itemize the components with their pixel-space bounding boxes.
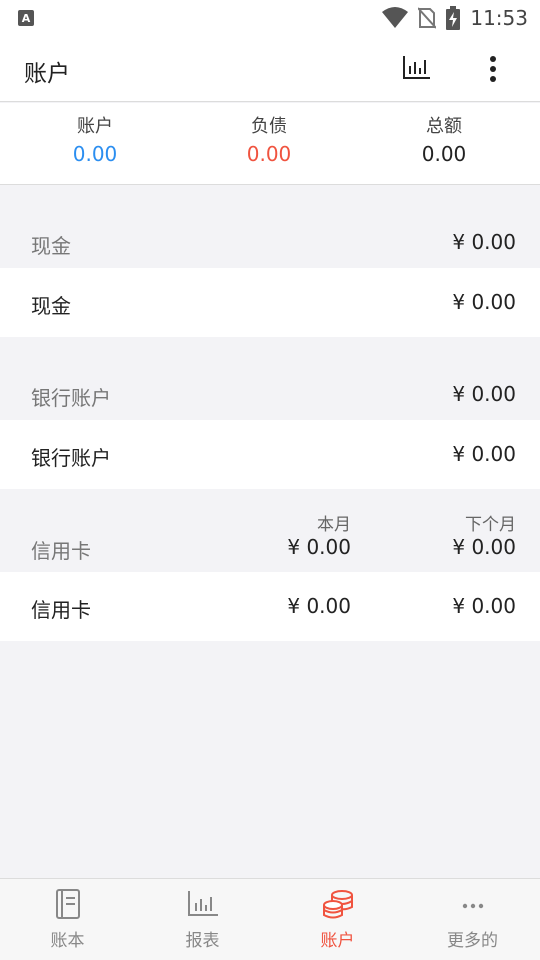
status-bar: A 11:53 bbox=[0, 0, 540, 36]
wifi-icon bbox=[382, 7, 409, 28]
section-header-cash[interactable]: 现金 ¥ 0.00 bbox=[0, 218, 540, 268]
summary-accounts-label: 账户 bbox=[77, 116, 113, 137]
nav-item-report[interactable]: 报表 bbox=[135, 879, 270, 960]
column-this-month: 本月 bbox=[317, 515, 351, 535]
account-amount-credit-next-month: ¥ 0.00 bbox=[452, 594, 516, 618]
app-bar: 账户 bbox=[0, 36, 540, 102]
account-row-cash[interactable]: 现金 ¥ 0.00 bbox=[0, 268, 540, 337]
app-notification-icon: A bbox=[18, 10, 34, 26]
account-label-credit: 信用卡 bbox=[31, 598, 91, 622]
section-header-bank[interactable]: 银行账户 ¥ 0.00 bbox=[0, 370, 540, 420]
account-summary: 账户 0.00 负债 0.00 总额 0.00 bbox=[0, 103, 540, 185]
section-header-credit[interactable]: 本月 下个月 信用卡 ¥ 0.00 ¥ 0.00 bbox=[0, 500, 540, 572]
nav-label-more: 更多的 bbox=[447, 931, 498, 951]
summary-accounts: 账户 0.00 bbox=[5, 115, 185, 169]
book-icon bbox=[55, 889, 80, 919]
summary-accounts-value: 0.00 bbox=[72, 142, 118, 166]
section-amount-credit-this-month: ¥ 0.00 bbox=[287, 535, 351, 559]
more-horizontal-icon bbox=[462, 903, 483, 909]
nav-label-report: 报表 bbox=[185, 931, 220, 951]
account-amount-credit-this-month: ¥ 0.00 bbox=[287, 594, 351, 618]
summary-total: 总额 0.00 bbox=[354, 115, 534, 169]
nav-label-book: 账本 bbox=[50, 931, 85, 951]
account-label-bank: 银行账户 bbox=[31, 446, 111, 470]
coins-icon bbox=[322, 890, 353, 919]
bar-chart-icon[interactable] bbox=[401, 54, 431, 82]
nav-item-more[interactable]: 更多的 bbox=[405, 879, 540, 960]
account-amount-cash: ¥ 0.00 bbox=[452, 290, 516, 314]
section-amount-credit-next-month: ¥ 0.00 bbox=[452, 535, 516, 559]
section-amount-cash: ¥ 0.00 bbox=[452, 230, 516, 254]
section-title-credit: 信用卡 bbox=[31, 539, 91, 563]
status-time: 11:53 bbox=[470, 6, 528, 30]
no-sim-icon bbox=[418, 7, 437, 29]
section-amount-bank: ¥ 0.00 bbox=[452, 382, 516, 406]
nav-item-book[interactable]: 账本 bbox=[0, 879, 135, 960]
battery-icon bbox=[446, 6, 461, 30]
bar-chart-icon bbox=[187, 891, 218, 916]
account-row-bank[interactable]: 银行账户 ¥ 0.00 bbox=[0, 420, 540, 489]
more-vertical-icon[interactable] bbox=[480, 54, 506, 84]
section-title-bank: 银行账户 bbox=[31, 386, 111, 410]
column-next-month: 下个月 bbox=[465, 515, 516, 535]
summary-liabilities-label: 负债 bbox=[251, 116, 287, 137]
page-title: 账户 bbox=[24, 61, 70, 87]
summary-liabilities-value: 0.00 bbox=[246, 142, 292, 166]
nav-label-accounts: 账户 bbox=[320, 931, 355, 951]
section-title-cash: 现金 bbox=[31, 234, 71, 258]
status-icons: 11:53 bbox=[382, 4, 528, 32]
summary-total-value: 0.00 bbox=[421, 142, 467, 166]
bottom-navigation: 账本 报表 账户 更多的 bbox=[0, 878, 540, 960]
summary-total-label: 总额 bbox=[426, 116, 462, 137]
account-label-cash: 现金 bbox=[31, 294, 71, 318]
summary-liabilities: 负债 0.00 bbox=[179, 115, 359, 169]
account-row-credit[interactable]: 信用卡 ¥ 0.00 ¥ 0.00 bbox=[0, 572, 540, 641]
account-amount-bank: ¥ 0.00 bbox=[452, 442, 516, 466]
nav-item-accounts[interactable]: 账户 bbox=[270, 879, 405, 960]
